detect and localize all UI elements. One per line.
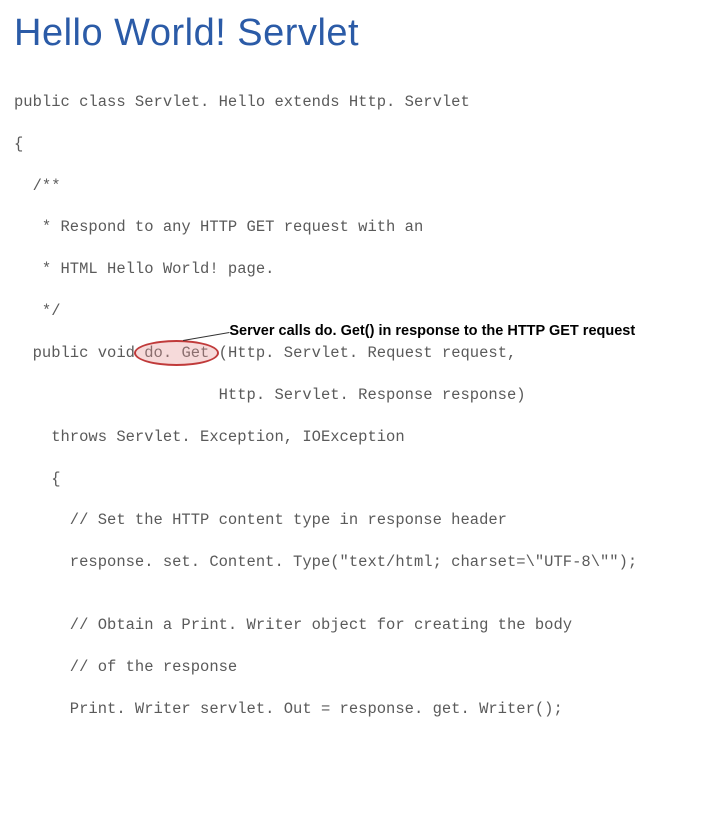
code-line: public class Servlet. Hello extends Http… bbox=[14, 92, 706, 113]
code-fragment: (Http. Servlet. Request request, bbox=[209, 344, 516, 362]
code-line: * HTML Hello World! page. bbox=[14, 259, 706, 280]
code-fragment: public void bbox=[14, 344, 144, 362]
code-line: response. set. Content. Type("text/html;… bbox=[14, 552, 706, 573]
code-line: throws Servlet. Exception, IOException bbox=[14, 427, 706, 448]
callout-connector-line bbox=[183, 332, 229, 341]
code-line: // Obtain a Print. Writer object for cre… bbox=[14, 615, 706, 636]
code-highlighted-doget: do. Get bbox=[144, 344, 209, 362]
code-line: Http. Servlet. Response response) bbox=[14, 385, 706, 406]
code-line: // Set the HTTP content type in response… bbox=[14, 510, 706, 531]
code-line: // of the response bbox=[14, 657, 706, 678]
code-block: public class Servlet. Hello extends Http… bbox=[14, 71, 706, 824]
code-line: Print. Writer servlet. Out = response. g… bbox=[14, 699, 706, 720]
callout-annotation: Server calls do. Get() in response to th… bbox=[229, 322, 635, 342]
code-line: public void do. Get (Http. Servlet. Requ… bbox=[14, 343, 706, 364]
slide-title: Hello World! Servlet bbox=[14, 12, 706, 55]
code-line: { bbox=[14, 134, 706, 155]
code-line: /** bbox=[14, 176, 706, 197]
code-line: * Respond to any HTTP GET request with a… bbox=[14, 217, 706, 238]
code-line: { bbox=[14, 469, 706, 490]
code-line: */ bbox=[14, 301, 706, 322]
